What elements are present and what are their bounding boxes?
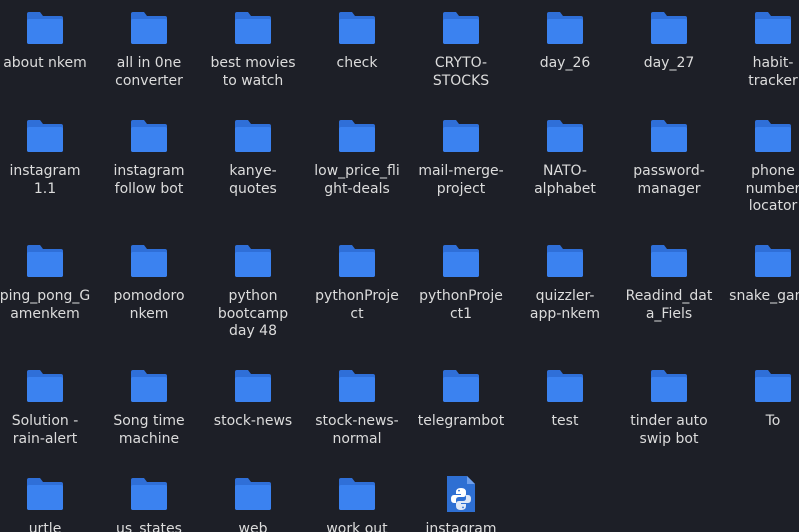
folder-icon [25,474,65,514]
item-label: low_price_fli ght-deals [314,163,400,197]
folder-icon [25,366,65,406]
item-label: Readind_dat a_Fiels [625,288,713,322]
folder-icon [233,241,273,281]
item-label: tinder auto swip bot [630,413,708,447]
folder-icon [441,241,481,281]
folder-icon [129,366,169,406]
item-label: password-manager [633,163,705,197]
python-file-icon [441,474,481,514]
folder-icon [545,8,585,48]
item-label: Song time machine [113,413,185,447]
folder-icon [545,366,585,406]
item-label: stock-news [213,413,293,429]
item-label: day_26 [539,55,591,71]
folder-icon [337,241,377,281]
folder-icon [753,241,793,281]
item-label: pythonProje ct [315,288,399,322]
folder-icon [649,8,689,48]
folder-icon [649,241,689,281]
folder-icon [233,8,273,48]
folder-icon [129,116,169,156]
folder-icon [337,8,377,48]
folder-icon [337,474,377,514]
item-label: instagram 1.1 [9,163,81,197]
item-label: web [238,521,268,532]
item-label: Solution - rain-alert [11,413,79,447]
folder-icon [753,116,793,156]
item-label: test [551,413,579,429]
item-label: instagram [425,521,497,532]
item-label: all in 0ne converter [115,55,183,89]
folder-icon [129,474,169,514]
item-label: ping_pong_G amenkem [0,288,91,322]
folder-icon [25,241,65,281]
item-label: check [336,55,378,71]
folder-icon [25,116,65,156]
folder-icon [753,366,793,406]
item-label: instagram follow bot [113,163,185,197]
folder-icon [753,8,793,48]
item-label: work out [326,521,388,532]
folder-icon [649,116,689,156]
item-label: us_states [116,521,182,532]
item-label: quizzler-app-nkem [529,288,601,322]
folder-icon [233,116,273,156]
item-label: pomodoro nkem [113,288,185,322]
item-label: urtle [28,521,62,532]
folder-icon [129,241,169,281]
file-grid: about nkem all in 0ne converter best movi… [0,0,799,532]
item-label: best movies to watch [210,55,296,89]
folder-icon [545,116,585,156]
folder-icon [233,474,273,514]
item-label: about nkem [3,55,87,71]
item-label: snake_game [729,288,799,304]
folder-icon [337,116,377,156]
item-label: CRYTO- STOCKS [432,55,490,89]
item-label: pythonProje ct1 [419,288,503,322]
item-label: stock-news-normal [315,413,399,447]
folder-icon [441,366,481,406]
folder-icon [25,8,65,48]
folder-icon [649,366,689,406]
folder-icon [545,241,585,281]
folder-icon [233,366,273,406]
item-label: telegrambot [417,413,505,429]
item-label: day_27 [643,55,695,71]
folder-icon [337,366,377,406]
item-label: mail-merge-project [418,163,504,197]
item-label: NATO-alphabet [534,163,596,197]
folder-icon [441,8,481,48]
item-label: To [765,413,781,429]
item-label: phone number locator [745,163,799,214]
folder-icon [441,116,481,156]
item-label: habit-tracker [748,55,798,89]
item-label: python bootcamp day 48 [217,288,289,339]
folder-icon [129,8,169,48]
item-label: kanye-quotes [229,163,277,197]
